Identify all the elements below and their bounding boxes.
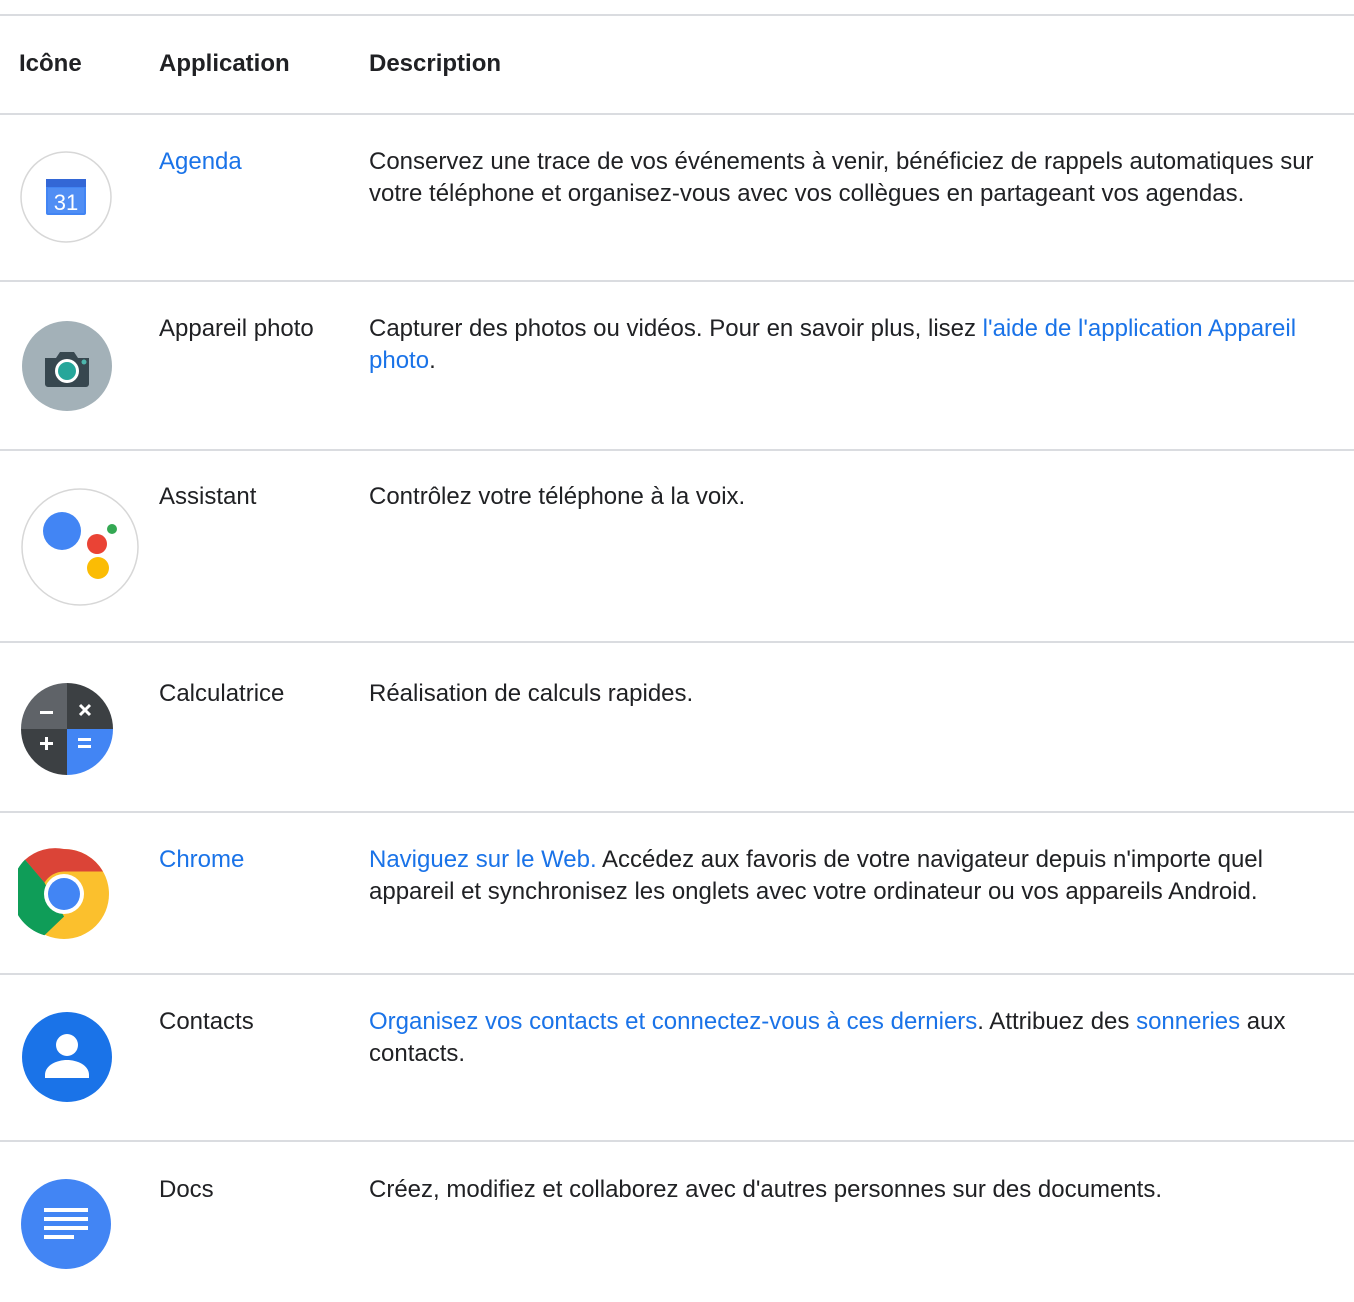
assistant-icon	[20, 487, 140, 607]
description-calculator: Réalisation de calculs rapides.	[369, 680, 694, 707]
column-header-application: Application	[159, 50, 290, 77]
chrome-link[interactable]: Chrome	[159, 846, 244, 873]
calculator-icon	[20, 682, 114, 776]
app-name-calculator: Calculatrice	[159, 680, 285, 707]
row-divider	[0, 641, 1354, 643]
description-text: . Attribuez des	[977, 1008, 1137, 1035]
row-divider	[0, 280, 1354, 282]
contacts-icon	[21, 1011, 113, 1103]
row-divider	[0, 973, 1354, 975]
description-assistant: Contrôlez votre téléphone à la voix.	[369, 483, 746, 510]
agenda-link[interactable]: Agenda	[159, 148, 242, 175]
description-text: Capturer des photos ou vidéos. Pour en s…	[369, 315, 983, 342]
description-text: .	[429, 347, 436, 374]
description-agenda: Conservez une trace de vos événements à …	[369, 148, 1314, 207]
ringtones-link[interactable]: sonneries	[1136, 1008, 1240, 1035]
table-top-border	[0, 14, 1354, 16]
docs-icon	[20, 1178, 112, 1270]
app-name-assistant: Assistant	[159, 483, 257, 510]
calendar-icon: 31	[20, 151, 112, 243]
chrome-icon	[18, 848, 110, 940]
description-contacts: Organisez vos contacts et connectez-vous…	[369, 1006, 1344, 1070]
header-divider	[0, 113, 1354, 115]
app-name-agenda[interactable]: Agenda	[159, 146, 242, 178]
column-header-description: Description	[369, 50, 502, 77]
row-divider	[0, 811, 1354, 813]
app-name-camera: Appareil photo	[159, 315, 314, 342]
calendar-icon-date: 31	[54, 190, 78, 215]
browse-web-link[interactable]: Naviguez sur le Web.	[369, 846, 597, 873]
description-camera: Capturer des photos ou vidéos. Pour en s…	[369, 313, 1344, 377]
organize-contacts-link[interactable]: Organisez vos contacts et connectez-vous…	[369, 1008, 977, 1035]
description-docs: Créez, modifiez et collaborez avec d'aut…	[369, 1176, 1162, 1203]
row-divider	[0, 449, 1354, 451]
camera-icon	[21, 320, 113, 412]
app-name-chrome[interactable]: Chrome	[159, 844, 244, 876]
app-name-contacts: Contacts	[159, 1008, 254, 1035]
column-header-icon: Icône	[19, 50, 82, 77]
app-name-docs: Docs	[159, 1176, 214, 1203]
description-chrome: Naviguez sur le Web. Accédez aux favoris…	[369, 844, 1344, 908]
row-divider	[0, 1140, 1354, 1142]
